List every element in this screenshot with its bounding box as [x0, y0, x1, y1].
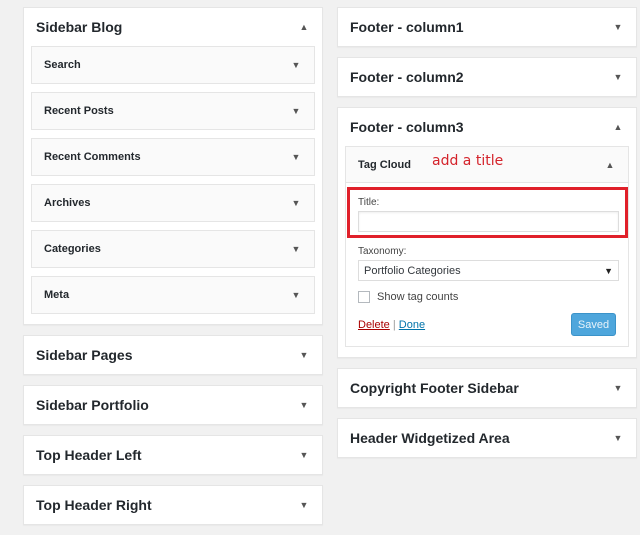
widget-recent-comments[interactable]: Recent Comments ▼ [31, 138, 315, 176]
delete-link[interactable]: Delete [358, 319, 390, 331]
expand-arrow-icon[interactable]: ▼ [290, 106, 302, 116]
sidebar-area-title: Copyright Footer Sidebar [350, 380, 519, 396]
widget-archives[interactable]: Archives ▼ [31, 184, 315, 222]
show-tag-counts-row: Show tag counts [358, 291, 616, 303]
saved-button[interactable]: Saved [571, 313, 616, 336]
sidebar-area-title: Header Widgetized Area [350, 430, 510, 446]
sidebar-area-blog: Sidebar Blog ▲ Search ▼ Recent Posts ▼ R… [23, 7, 323, 325]
widget-title: Tag Cloud [358, 158, 411, 171]
widget-title: Search [44, 59, 81, 71]
collapse-arrow-icon[interactable]: ▲ [298, 22, 310, 32]
widget-header[interactable]: Tag Cloud add a title ▲ [346, 147, 628, 183]
chevron-down-icon: ▼ [604, 265, 613, 276]
sidebar-area-footer-column3: Footer - column3 ▲ Tag Cloud add a title… [337, 107, 637, 358]
widget-title: Meta [44, 289, 70, 301]
annotation-highlight-box [347, 187, 628, 238]
sidebar-area-top-header-left: Top Header Left ▼ [23, 435, 323, 475]
widget-title: Archives [44, 197, 91, 209]
sidebar-area-widgets: Search ▼ Recent Posts ▼ Recent Comments … [24, 46, 322, 324]
widget-header[interactable]: Recent Comments ▼ [32, 139, 314, 175]
sidebar-area-title: Sidebar Portfolio [36, 397, 149, 413]
widget-search[interactable]: Search ▼ [31, 46, 315, 84]
widget-header[interactable]: Recent Posts ▼ [32, 93, 314, 129]
sidebar-area-header[interactable]: Footer - column3 ▲ [338, 108, 636, 146]
widget-title: Recent Posts [44, 105, 114, 117]
expand-arrow-icon[interactable]: ▼ [290, 198, 302, 208]
collapse-arrow-icon[interactable]: ▲ [612, 122, 624, 132]
expand-arrow-icon[interactable]: ▼ [612, 72, 624, 82]
sidebar-area-footer-column1: Footer - column1 ▼ [337, 7, 637, 47]
sidebar-area-header[interactable]: Header Widgetized Area ▼ [338, 419, 636, 457]
collapse-arrow-icon[interactable]: ▲ [604, 160, 616, 170]
sidebar-area-pages: Sidebar Pages ▼ [23, 335, 323, 375]
sidebar-area-header[interactable]: Footer - column1 ▼ [338, 8, 636, 46]
right-sidebar-column: Footer - column1 ▼ Footer - column2 ▼ Fo… [337, 7, 637, 468]
sidebar-area-header[interactable]: Top Header Left ▼ [24, 436, 322, 474]
sidebar-area-portfolio: Sidebar Portfolio ▼ [23, 385, 323, 425]
sidebar-area-title: Sidebar Blog [36, 19, 123, 35]
taxonomy-select[interactable]: Portfolio Categories ▼ [358, 260, 619, 281]
sidebar-area-header[interactable]: Sidebar Portfolio ▼ [24, 386, 322, 424]
widget-header[interactable]: Meta ▼ [32, 277, 314, 313]
expand-arrow-icon[interactable]: ▼ [612, 433, 624, 443]
sidebar-area-title: Footer - column2 [350, 69, 464, 85]
widget-title: Recent Comments [44, 151, 141, 163]
left-sidebar-column: Sidebar Blog ▲ Search ▼ Recent Posts ▼ R… [23, 7, 323, 535]
widget-header[interactable]: Categories ▼ [32, 231, 314, 267]
sidebar-area-footer-column2: Footer - column2 ▼ [337, 57, 637, 97]
sidebar-area-header[interactable]: Footer - column2 ▼ [338, 58, 636, 96]
done-link[interactable]: Done [399, 319, 425, 331]
annotation-text: add a title [432, 153, 504, 169]
expand-arrow-icon[interactable]: ▼ [290, 244, 302, 254]
expand-arrow-icon[interactable]: ▼ [290, 290, 302, 300]
sidebar-area-title: Footer - column3 [350, 119, 464, 135]
sidebar-area-header-widgetized: Header Widgetized Area ▼ [337, 418, 637, 458]
widget-tag-cloud: Tag Cloud add a title ▲ Title: Taxonomy:… [345, 146, 629, 347]
show-tag-counts-checkbox[interactable] [358, 291, 370, 303]
sidebar-area-top-header-right: Top Header Right ▼ [23, 485, 323, 525]
sidebar-area-title: Top Header Right [36, 497, 152, 513]
show-tag-counts-label[interactable]: Show tag counts [377, 291, 458, 303]
widget-header[interactable]: Archives ▼ [32, 185, 314, 221]
sidebar-area-title: Footer - column1 [350, 19, 464, 35]
taxonomy-selected-value: Portfolio Categories [364, 264, 461, 277]
widget-title: Categories [44, 243, 101, 255]
widget-form: Title: Taxonomy: Portfolio Categories ▼ … [346, 183, 628, 346]
sidebar-area-header[interactable]: Sidebar Blog ▲ [24, 8, 322, 46]
widget-header[interactable]: Search ▼ [32, 47, 314, 83]
widget-recent-posts[interactable]: Recent Posts ▼ [31, 92, 315, 130]
expand-arrow-icon[interactable]: ▼ [612, 22, 624, 32]
expand-arrow-icon[interactable]: ▼ [612, 383, 624, 393]
widget-control-links: Delete | Done [358, 319, 425, 331]
widget-categories[interactable]: Categories ▼ [31, 230, 315, 268]
widget-actions: Delete | Done Saved [358, 313, 616, 336]
link-separator: | [392, 318, 396, 331]
expand-arrow-icon[interactable]: ▼ [298, 500, 310, 510]
sidebar-area-header[interactable]: Copyright Footer Sidebar ▼ [338, 369, 636, 407]
sidebar-area-title: Sidebar Pages [36, 347, 133, 363]
expand-arrow-icon[interactable]: ▼ [290, 152, 302, 162]
sidebar-area-copyright-footer: Copyright Footer Sidebar ▼ [337, 368, 637, 408]
expand-arrow-icon[interactable]: ▼ [290, 60, 302, 70]
widget-meta[interactable]: Meta ▼ [31, 276, 315, 314]
sidebar-area-header[interactable]: Sidebar Pages ▼ [24, 336, 322, 374]
sidebar-area-title: Top Header Left [36, 447, 142, 463]
expand-arrow-icon[interactable]: ▼ [298, 400, 310, 410]
sidebar-area-widgets: Tag Cloud add a title ▲ Title: Taxonomy:… [338, 146, 636, 357]
taxonomy-label: Taxonomy: [358, 246, 407, 257]
sidebar-area-header[interactable]: Top Header Right ▼ [24, 486, 322, 524]
expand-arrow-icon[interactable]: ▼ [298, 350, 310, 360]
expand-arrow-icon[interactable]: ▼ [298, 450, 310, 460]
